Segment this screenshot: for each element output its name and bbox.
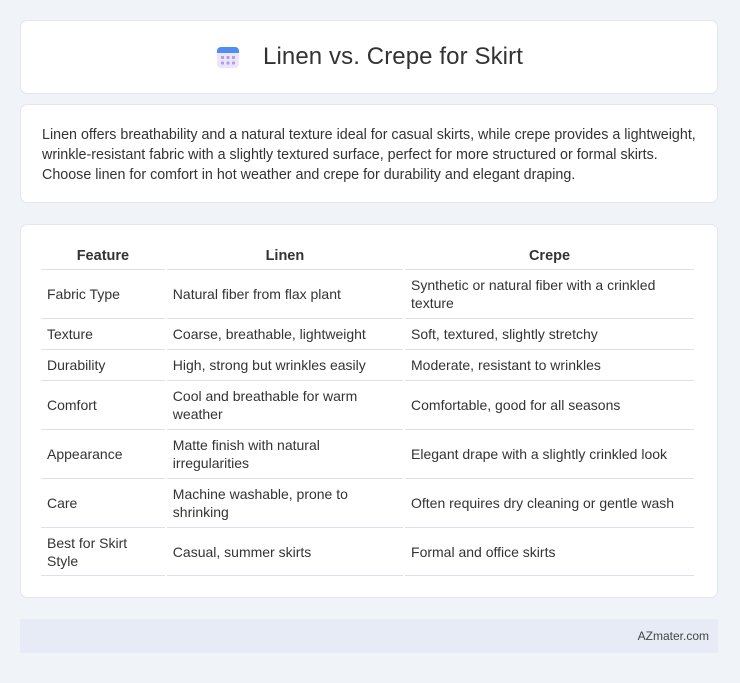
table-cell: High, strong but wrinkles easily [166, 349, 404, 380]
table-cell: Elegant drape with a slightly crinkled l… [405, 429, 694, 478]
table-cell: Comfortable, good for all seasons [405, 380, 694, 429]
table-row: Care Machine washable, prone to shrinkin… [41, 478, 694, 527]
comparison-card: Feature Linen Crepe Fabric Type Natural … [20, 224, 718, 598]
table-cell: Appearance [41, 429, 165, 478]
table-cell: Best for Skirt Style [41, 527, 165, 576]
table-cell: Formal and office skirts [405, 527, 694, 576]
table-cell: Comfort [41, 380, 165, 429]
table-cell: Soft, textured, slightly stretchy [405, 318, 694, 349]
header-linen: Linen [265, 247, 305, 264]
table-cell: Durability [41, 349, 165, 380]
calendar-icon [217, 47, 240, 68]
footer-site-label: AZmater.com [637, 629, 709, 643]
table-row: Fabric Type Natural fiber from flax plan… [41, 269, 694, 318]
table-cell: Machine washable, prone to shrinking [166, 478, 404, 527]
table-cell: Natural fiber from flax plant [166, 269, 404, 318]
table-row: Best for Skirt Style Casual, summer skir… [41, 527, 694, 576]
summary-text: Linen offers breathability and a natural… [42, 127, 696, 183]
page-title: Linen vs. Crepe for Skirt [263, 43, 523, 70]
table-cell: Casual, summer skirts [166, 527, 404, 576]
summary-card: Linen offers breathability and a natural… [20, 104, 718, 203]
footer-bar: AZmater.com [20, 619, 718, 653]
table-cell: Synthetic or natural fiber with a crinkl… [405, 269, 694, 318]
comparison-table: Feature Linen Crepe Fabric Type Natural … [39, 242, 696, 576]
table-row: Appearance Matte finish with natural irr… [41, 429, 694, 478]
table-cell: Texture [41, 318, 165, 349]
table-cell: Care [41, 478, 165, 527]
title-row: Linen vs. Crepe for Skirt [215, 43, 523, 71]
table-cell: Often requires dry cleaning or gentle wa… [405, 478, 694, 527]
table-cell: Matte finish with natural irregularities [166, 429, 404, 478]
table-cell: Moderate, resistant to wrinkles [405, 349, 694, 380]
table-cell: Cool and breathable for warm weather [166, 380, 404, 429]
table-header-row: Feature Linen Crepe [41, 242, 694, 269]
table-row: Durability High, strong but wrinkles eas… [41, 349, 694, 380]
table-cell: Coarse, breathable, lightweight [166, 318, 404, 349]
title-card: Linen vs. Crepe for Skirt [20, 20, 718, 94]
header-crepe: Crepe [528, 247, 571, 264]
table-row: Comfort Cool and breathable for warm wea… [41, 380, 694, 429]
table-row: Texture Coarse, breathable, lightweight … [41, 318, 694, 349]
table-cell: Fabric Type [41, 269, 165, 318]
header-feature: Feature [76, 247, 130, 264]
